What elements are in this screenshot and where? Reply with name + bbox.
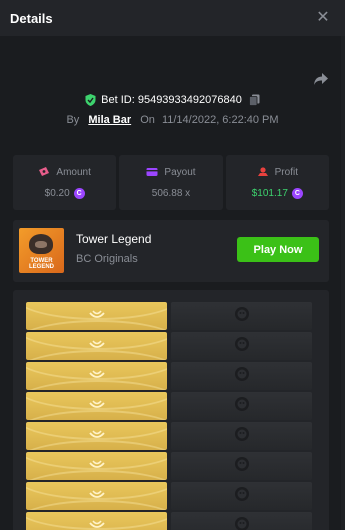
play-now-button[interactable]: Play Now <box>237 237 319 262</box>
payout-value: 506.88 x <box>151 187 191 199</box>
amount-value-row: $0.20 C <box>44 187 85 199</box>
wallet-icon <box>146 168 158 176</box>
skull-icon <box>234 456 250 477</box>
shield-check-icon <box>85 94 96 106</box>
gold-tile <box>26 482 167 510</box>
dark-tile <box>171 362 312 390</box>
gold-tile <box>26 302 167 330</box>
details-header: Details ✕ <box>0 0 345 36</box>
bet-user-link[interactable]: Mila Bar <box>88 114 131 126</box>
tile-row <box>26 392 312 420</box>
gold-tile <box>26 452 167 480</box>
dark-tile <box>171 422 312 450</box>
skull-icon <box>234 336 250 357</box>
coin-stack-icon <box>88 517 105 530</box>
stat-profit: Profit $101.17 C <box>225 155 329 210</box>
game-provider: BC Originals <box>76 253 138 265</box>
bet-byline: By Mila Bar On 11/14/2022, 6:22:40 PM <box>0 114 345 126</box>
money-icon <box>39 167 50 176</box>
gold-tile <box>26 362 167 390</box>
tile-rows <box>26 302 312 530</box>
gold-tile <box>26 512 167 530</box>
payout-value-row: 506.88 x <box>152 188 190 199</box>
copy-icon[interactable] <box>248 94 260 106</box>
skull-icon <box>234 306 250 327</box>
game-card: TOWER LEGEND Tower Legend BC Originals P… <box>13 220 329 282</box>
ape-icon <box>29 234 53 254</box>
details-title: Details <box>10 10 53 26</box>
skull-icon <box>234 486 250 507</box>
bet-stats: Amount $0.20 C Payout 506.88 x Profit $1… <box>13 155 329 210</box>
gold-tile <box>26 332 167 360</box>
dark-tile <box>171 392 312 420</box>
coin-stack-icon <box>88 457 105 475</box>
coin-icon: C <box>291 187 303 199</box>
game-board <box>13 290 329 530</box>
bet-id: Bet ID: 95493933492076840 <box>101 94 242 106</box>
tile-row <box>26 452 312 480</box>
skull-icon <box>234 396 250 417</box>
profit-label: Profit <box>274 166 298 178</box>
dark-tile <box>171 482 312 510</box>
gold-tile <box>26 392 167 420</box>
tile-row <box>26 512 312 530</box>
game-thumb-text: TOWER LEGEND <box>28 258 54 270</box>
coin-stack-icon <box>88 307 105 325</box>
payout-label-row: Payout <box>146 166 196 178</box>
close-icon[interactable]: ✕ <box>315 10 331 26</box>
amount-label-row: Amount <box>38 166 91 178</box>
coin-stack-icon <box>88 427 105 445</box>
dark-tile <box>171 452 312 480</box>
coin-stack-icon <box>88 337 105 355</box>
share-icon[interactable] <box>313 72 329 86</box>
skull-icon <box>234 426 250 447</box>
profit-icon <box>257 167 268 176</box>
tile-row <box>26 302 312 330</box>
coin-stack-icon <box>88 487 105 505</box>
dark-tile <box>171 512 312 530</box>
amount-value: $0.20 <box>44 187 70 199</box>
profit-label-row: Profit <box>257 167 298 178</box>
skull-icon <box>234 516 250 530</box>
stat-amount: Amount $0.20 C <box>13 155 117 210</box>
stat-payout: Payout 506.88 x <box>119 155 223 210</box>
profit-value-row: $101.17 C <box>251 187 303 199</box>
coin-icon: C <box>73 187 85 199</box>
skull-icon <box>234 366 250 387</box>
tile-row <box>26 332 312 360</box>
tile-row <box>26 482 312 510</box>
payout-label: Payout <box>164 166 196 178</box>
scrollbar[interactable] <box>341 36 345 530</box>
bet-datetime: 11/14/2022, 6:22:40 PM <box>161 114 279 126</box>
game-thumbnail[interactable]: TOWER LEGEND <box>19 228 64 273</box>
profit-value: $101.17 <box>251 187 288 199</box>
dark-tile <box>171 332 312 360</box>
bet-id-row: Bet ID: 95493933492076840 <box>0 94 345 106</box>
amount-label: Amount <box>56 166 91 178</box>
gold-tile <box>26 422 167 450</box>
on-label: On <box>140 114 155 126</box>
coin-stack-icon <box>88 397 105 415</box>
tile-row <box>26 422 312 450</box>
by-label: By <box>66 114 80 126</box>
tile-row <box>26 362 312 390</box>
coin-stack-icon <box>88 367 105 385</box>
dark-tile <box>171 302 312 330</box>
game-name[interactable]: Tower Legend <box>76 232 151 246</box>
